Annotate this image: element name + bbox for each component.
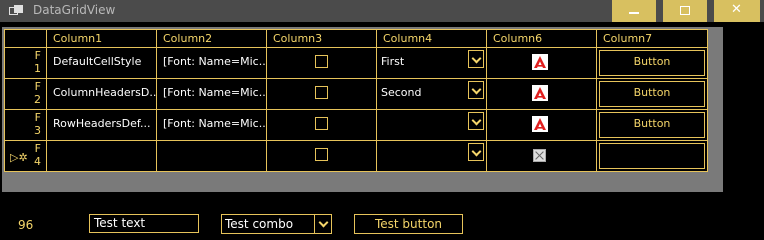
- chevron-down-icon[interactable]: [468, 143, 484, 161]
- column-header-2[interactable]: Column2: [156, 29, 267, 48]
- checkbox-cell[interactable]: [266, 109, 377, 141]
- table-cell[interactable]: [Font: Name=Mic...: [156, 78, 267, 110]
- table-cell[interactable]: [156, 140, 267, 172]
- test-combo-box[interactable]: Test combo: [221, 214, 332, 234]
- maximize-button[interactable]: [663, 0, 707, 22]
- chevron-down-icon[interactable]: [468, 112, 484, 130]
- minimize-icon: [629, 12, 639, 14]
- test-combo-value: Test combo: [225, 217, 294, 231]
- row-header[interactable]: F 1: [4, 47, 47, 79]
- image-cell[interactable]: [486, 109, 597, 141]
- row-header[interactable]: F 3: [4, 109, 47, 141]
- checkbox-cell[interactable]: [266, 47, 377, 79]
- close-button[interactable]: ✕: [714, 0, 760, 22]
- table-cell[interactable]: [Font: Name=Mic...: [156, 47, 267, 79]
- missing-image-icon: [533, 149, 546, 162]
- number-label: 96: [18, 218, 34, 232]
- button-cell[interactable]: Button: [596, 47, 708, 79]
- row-header-label: F 3: [34, 111, 41, 137]
- table-cell[interactable]: [46, 140, 157, 172]
- row-header-new[interactable]: ▷✲ F 4: [4, 140, 47, 172]
- button-cell[interactable]: Button: [596, 109, 708, 141]
- checkbox[interactable]: [315, 117, 328, 130]
- chevron-down-icon[interactable]: [468, 50, 484, 68]
- image-cell[interactable]: [486, 78, 597, 110]
- title-bar: DataGridView ✕: [0, 0, 764, 22]
- maximize-icon: [680, 6, 690, 15]
- row-header-label: F 1: [34, 49, 41, 75]
- button-cell[interactable]: [596, 140, 708, 172]
- chevron-down-icon[interactable]: [468, 81, 484, 99]
- grid-button[interactable]: [599, 143, 705, 169]
- checkbox[interactable]: [315, 148, 328, 161]
- test-button[interactable]: Test button: [354, 214, 463, 234]
- checkbox-cell[interactable]: [266, 140, 377, 172]
- grid-button[interactable]: Button: [599, 81, 705, 107]
- table-cell[interactable]: DefaultCellStyle: [46, 47, 157, 79]
- column-header-1[interactable]: Column1: [46, 29, 157, 48]
- test-text-box[interactable]: Test text: [89, 214, 199, 233]
- top-left-header-cell[interactable]: [4, 29, 47, 48]
- combo-cell[interactable]: Second: [376, 78, 487, 110]
- minimize-button[interactable]: [612, 0, 656, 22]
- combo-cell[interactable]: [376, 140, 487, 172]
- data-grid-view: Column1 Column2 Column3 Column4 Column6 …: [2, 27, 723, 192]
- table-cell[interactable]: [Font: Name=Mic...: [156, 109, 267, 141]
- app-window-icon: [9, 5, 23, 17]
- table-cell[interactable]: RowHeadersDef...: [46, 109, 157, 141]
- column-header-6[interactable]: Column6: [486, 29, 597, 48]
- image-cell[interactable]: [486, 140, 597, 172]
- button-cell[interactable]: Button: [596, 78, 708, 110]
- column-header-3[interactable]: Column3: [266, 29, 377, 48]
- grid-button[interactable]: Button: [599, 50, 705, 76]
- grid-button[interactable]: Button: [599, 112, 705, 138]
- new-row-edit-icon: ▷✲: [10, 151, 28, 164]
- combo-cell[interactable]: [376, 109, 487, 141]
- row-header-label: F 2: [34, 80, 41, 106]
- checkbox-cell[interactable]: [266, 78, 377, 110]
- column-header-7[interactable]: Column7: [596, 29, 708, 48]
- checkbox[interactable]: [315, 55, 328, 68]
- table-cell[interactable]: ColumnHeadersD...: [46, 78, 157, 110]
- row-header[interactable]: F 2: [4, 78, 47, 110]
- red-a-logo-icon: [532, 85, 548, 101]
- combo-cell-value: First: [381, 55, 405, 68]
- column-header-4[interactable]: Column4: [376, 29, 487, 48]
- window-title: DataGridView: [33, 3, 116, 17]
- red-a-logo-icon: [532, 116, 548, 132]
- combo-cell[interactable]: First: [376, 47, 487, 79]
- close-icon: ✕: [731, 2, 742, 17]
- chevron-down-icon[interactable]: [314, 215, 331, 233]
- image-cell[interactable]: [486, 47, 597, 79]
- row-header-label: F 4: [34, 142, 41, 168]
- combo-cell-value: Second: [381, 86, 422, 99]
- red-a-logo-icon: [532, 54, 548, 70]
- checkbox[interactable]: [315, 86, 328, 99]
